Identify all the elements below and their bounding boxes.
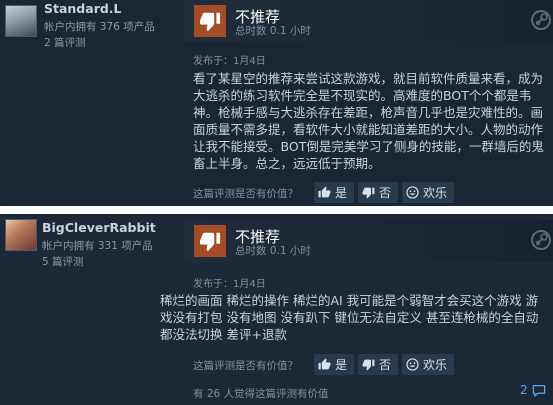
review-card: Standard.L 帐户内拥有 376 项产品 2 篇评测 不推荐 总时数 0… (0, 0, 553, 206)
thumbs-up-icon (318, 358, 331, 370)
vote-no-label: 否 (379, 358, 392, 372)
vote-yes-button[interactable]: 是 (314, 354, 354, 375)
review-header[interactable]: 不推荐 总时数 0.1 小时 (184, 0, 553, 42)
vote-funny-label: 欢乐 (423, 186, 448, 200)
thumbs-down-icon (194, 225, 226, 257)
review-count[interactable]: 2 篇评测 (44, 35, 86, 50)
review-author: Standard.L 帐户内拥有 376 项产品 2 篇评测 (0, 0, 178, 206)
vote-yes-button[interactable]: 是 (314, 182, 354, 203)
thumbs-down-icon (362, 359, 375, 371)
laugh-icon (406, 358, 419, 371)
posted-date: 发布于：1月4日 (193, 56, 266, 67)
vote-no-label: 否 (379, 186, 392, 200)
helpful-question: 这篇评测是否有价值？ (193, 188, 298, 200)
review-count[interactable]: 5 篇评测 (42, 254, 84, 269)
laugh-icon (406, 186, 419, 199)
posted-date: 发布于：1月4日 (193, 279, 266, 290)
review-card: BigCleverRabbit 帐户内拥有 331 项产品 5 篇评测 不推荐 … (0, 214, 553, 405)
vote-funny-button[interactable]: 欢乐 (402, 182, 454, 203)
review-text: 看了某星空的推荐来尝试这款游戏，就目前软件质量来看，成为大逃杀的练习软件完全是不… (193, 71, 544, 171)
review-text: 稀烂的画面 稀烂的操作 稀烂的AI 我可能是个弱智才会买这个游戏 游戏没有打包 … (160, 293, 539, 342)
hours-played: 总时数 0.1 小时 (235, 245, 311, 257)
review-author: BigCleverRabbit 帐户内拥有 331 项产品 5 篇评测 (0, 214, 178, 405)
vote-yes-label: 是 (335, 358, 348, 372)
steam-icon (531, 230, 551, 250)
avatar[interactable] (5, 219, 37, 251)
products-owned[interactable]: 帐户内拥有 376 项产品 (44, 19, 155, 34)
thumbs-up-icon (318, 186, 331, 198)
vote-no-button[interactable]: 否 (358, 354, 398, 375)
author-name[interactable]: Standard.L (44, 1, 122, 16)
hours-played: 总时数 0.1 小时 (235, 25, 311, 37)
steam-icon (531, 10, 551, 30)
review-header[interactable]: 不推荐 总时数 0.1 小时 (184, 220, 553, 262)
comments-link[interactable]: 2 (520, 383, 546, 397)
comment-count: 2 (520, 383, 528, 397)
review-content: 不推荐 总时数 0.1 小时 发布于：1月4日 看了某星空的推荐来尝试这款游戏，… (184, 0, 553, 206)
thumbs-down-icon (194, 5, 226, 37)
vote-yes-label: 是 (335, 186, 348, 200)
vote-funny-label: 欢乐 (423, 358, 448, 372)
author-name[interactable]: BigCleverRabbit (42, 220, 156, 235)
avatar[interactable] (5, 5, 37, 37)
vote-funny-button[interactable]: 欢乐 (402, 354, 454, 375)
products-owned[interactable]: 帐户内拥有 331 项产品 (42, 238, 153, 253)
review-content: 不推荐 总时数 0.1 小时 发布于：1月4日 稀烂的画面 稀烂的操作 稀烂的A… (160, 214, 553, 405)
vote-no-button[interactable]: 否 (358, 182, 398, 203)
helpful-question: 这篇评测是否有价值？ (193, 360, 298, 372)
found-helpful-count: 有 26 人觉得这篇评测有价值 (193, 388, 329, 400)
thumbs-down-icon (362, 187, 375, 199)
comment-icon (532, 384, 545, 397)
